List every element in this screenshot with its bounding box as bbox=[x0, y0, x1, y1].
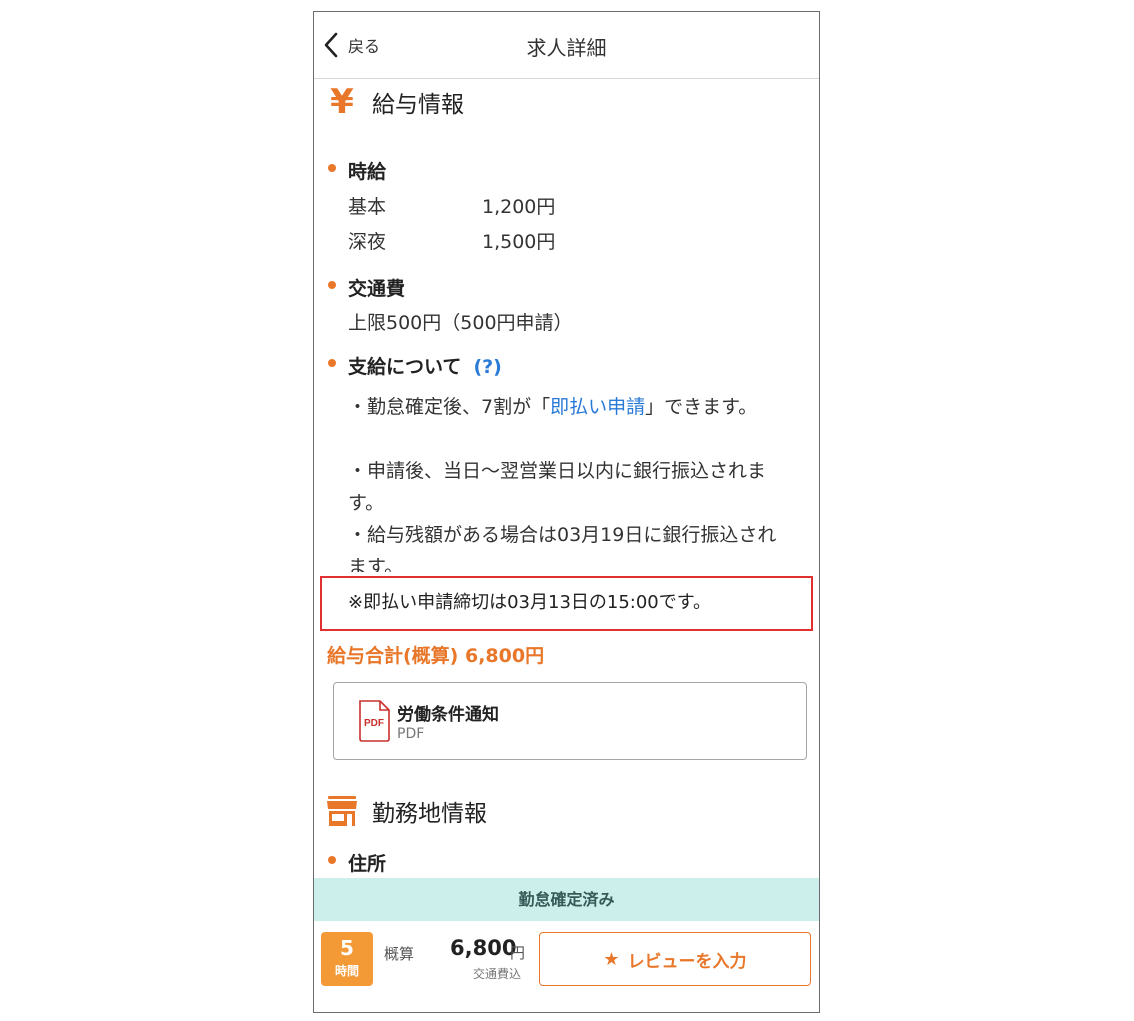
salary-section-title: 給与情報 bbox=[372, 92, 464, 118]
store-icon bbox=[326, 793, 358, 829]
bottom-summary-bar: 5 時間 概算 6,800 円 交通費込 ★ レビューを入力 bbox=[314, 921, 819, 1012]
labor-conditions-pdf-card[interactable]: PDF 労働条件通知 PDF bbox=[333, 682, 807, 760]
hours-value: 5 bbox=[340, 936, 354, 960]
wage-row-value: 1,200円 bbox=[482, 196, 556, 218]
pdf-card-title: 労働条件通知 bbox=[397, 705, 499, 725]
instant-payment-link[interactable]: 即払い申請 bbox=[550, 396, 645, 418]
bullet-dot bbox=[328, 359, 336, 367]
workplace-section-header: 勤務地情報 bbox=[326, 791, 487, 831]
wage-row-night: 深夜 1,500円 bbox=[348, 227, 555, 254]
top-navigation-bar: 戻る 求人詳細 bbox=[314, 12, 819, 79]
review-button-label: レビューを入力 bbox=[627, 951, 747, 972]
salary-section-header: ¥ 給与情報 bbox=[326, 82, 464, 122]
approx-label: 概算 bbox=[384, 945, 415, 963]
total-amount: 6,800 bbox=[450, 936, 517, 960]
payment-line-1-post: 」できます。 bbox=[645, 396, 758, 418]
wage-row-value: 1,500円 bbox=[482, 231, 556, 253]
amount-unit: 円 bbox=[510, 944, 526, 962]
transport-text: 上限500円（500円申請） bbox=[348, 312, 573, 334]
page-title: 求人詳細 bbox=[526, 36, 607, 60]
review-button[interactable]: ★ レビューを入力 bbox=[539, 932, 811, 986]
payment-info-title: 支給について (?) bbox=[348, 352, 502, 379]
salary-total: 給与合計(概算) 6,800円 bbox=[327, 645, 545, 667]
attendance-status-bar: 勤怠確定済み bbox=[314, 878, 819, 921]
workplace-section-title: 勤務地情報 bbox=[372, 801, 487, 827]
svg-text:PDF: PDF bbox=[364, 718, 384, 729]
payment-line-1: ・勤怠確定後、7割が「即払い申請」できます。 bbox=[348, 391, 788, 423]
wage-row-label: 深夜 bbox=[348, 231, 387, 253]
wage-row-label: 基本 bbox=[348, 196, 387, 218]
pdf-card-subtitle: PDF bbox=[397, 726, 425, 742]
bullet-dot bbox=[328, 856, 336, 864]
payment-line-2: ・申請後、当日〜翌営業日以内に銀行振込されます。 bbox=[348, 460, 767, 514]
pdf-file-icon: PDF bbox=[359, 700, 390, 742]
hourly-wage-title: 時給 bbox=[348, 161, 387, 183]
transport-title: 交通費 bbox=[348, 278, 406, 300]
phone-screen: 戻る 求人詳細 ¥ 給与情報 時給 基本 1,200円 深夜 1,500円 交通… bbox=[313, 11, 820, 1013]
payment-line-1-pre: ・勤怠確定後、7割が「 bbox=[348, 396, 551, 418]
payment-deadline-note: ※即払い申請締切は03月13日の15:00です。 bbox=[348, 592, 711, 613]
help-button[interactable]: (?) bbox=[473, 356, 501, 378]
address-title: 住所 bbox=[348, 853, 387, 875]
hours-unit: 時間 bbox=[334, 964, 359, 978]
yen-icon: ¥ bbox=[330, 82, 354, 122]
job-detail-content[interactable]: ¥ 給与情報 時給 基本 1,200円 深夜 1,500円 交通費 上限500円… bbox=[314, 80, 819, 878]
hours-badge: 5 時間 bbox=[321, 932, 373, 986]
bullet-dot bbox=[328, 281, 336, 289]
bullet-dot bbox=[328, 164, 336, 172]
star-icon: ★ bbox=[603, 948, 620, 970]
transport-included-note: 交通費込 bbox=[473, 967, 522, 981]
payment-line-3: ・給与残額がある場合は03月19日に銀行振込されます。 bbox=[348, 524, 777, 572]
wage-row-basic: 基本 1,200円 bbox=[348, 192, 555, 219]
payment-info-label: 支給について bbox=[348, 356, 462, 378]
